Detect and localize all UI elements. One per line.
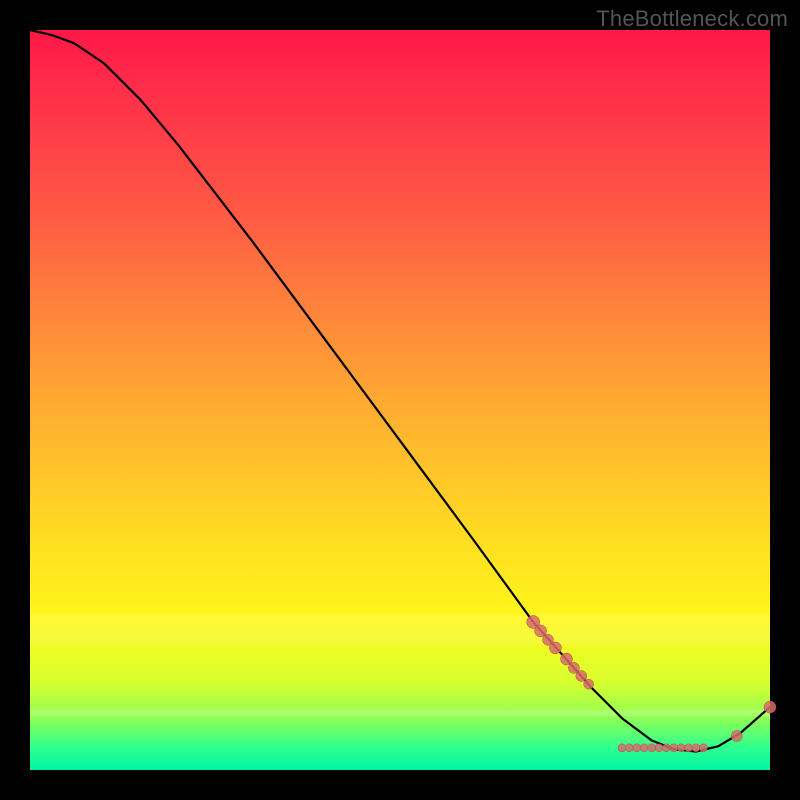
data-marker: [576, 671, 587, 682]
marker-group: [527, 616, 776, 752]
data-marker: [670, 744, 678, 752]
data-marker: [655, 744, 663, 752]
plot-area: [30, 30, 770, 770]
data-marker: [625, 744, 633, 752]
data-marker: [549, 642, 561, 654]
watermark-text: TheBottleneck.com: [596, 6, 788, 32]
curve-path: [30, 30, 770, 752]
data-marker: [648, 744, 656, 752]
data-marker: [640, 744, 648, 752]
data-marker: [699, 744, 707, 752]
data-marker: [677, 744, 685, 752]
data-marker: [692, 744, 700, 752]
data-marker: [584, 679, 594, 689]
bottleneck-curve: [30, 30, 770, 770]
data-marker: [685, 744, 693, 752]
chart-container: TheBottleneck.com: [0, 0, 800, 800]
data-marker: [731, 731, 742, 742]
data-marker: [618, 744, 626, 752]
data-marker: [662, 744, 670, 752]
data-marker: [633, 744, 641, 752]
data-marker: [764, 701, 776, 713]
